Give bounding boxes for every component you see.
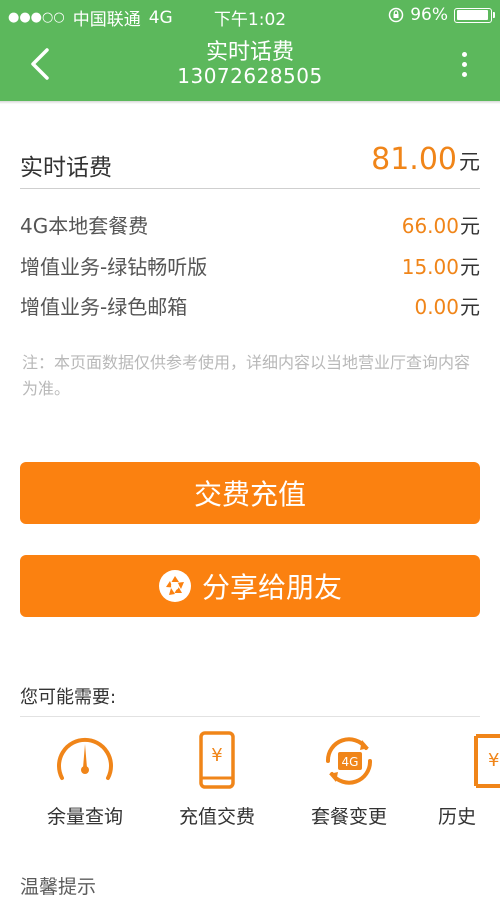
recharge-button-label: 交费充值 (193, 478, 306, 511)
fee-item-value: 15.00 (401, 255, 459, 279)
svg-text:¥: ¥ (488, 750, 499, 771)
svg-text:¥: ¥ (211, 745, 222, 766)
suggest-title: 您可能需要: (20, 687, 117, 708)
aperture-share-icon (158, 570, 191, 602)
fee-item-value: 66.00 (401, 214, 459, 238)
page-title: 实时话费 (205, 40, 294, 65)
shortcut-label: 充值交费 (178, 806, 255, 828)
fee-item: 增值业务-绿钻畅听版 15.00元 (20, 247, 480, 283)
shortcut-label: 套餐变更 (310, 806, 387, 828)
fee-item-name: 增值业务-绿钻畅听版 (20, 255, 208, 279)
total-fee-unit: 元 (459, 150, 480, 174)
total-fee-amount: 81.00元 (371, 142, 480, 177)
battery-fill (456, 10, 489, 20)
fee-item-amount: 15.00元 (402, 251, 480, 280)
total-fee-label: 实时话费 (20, 155, 112, 181)
suggest-divider (20, 716, 480, 717)
shortcut-balance-query[interactable]: 余量查询 (30, 728, 140, 838)
more-menu-button[interactable] (458, 52, 470, 82)
phone-number: 13072628505 (177, 64, 323, 88)
fee-item-unit: 元 (460, 295, 480, 319)
shortcut-plan-change[interactable]: 4G 套餐变更 (294, 728, 404, 838)
battery-icon (454, 7, 495, 23)
recharge-button[interactable]: 交费充值 (20, 462, 480, 524)
total-fee-row: 实时话费 81.00元 (20, 140, 480, 189)
status-right: 96% (388, 5, 495, 25)
fee-item-amount: 0.00元 (414, 291, 480, 320)
shortcut-history[interactable]: ¥ 历史 (426, 728, 500, 838)
fee-item-unit: 元 (460, 214, 480, 238)
fee-item-unit: 元 (460, 255, 480, 279)
disclaimer-note: 注：本页面数据仅供参考使用，详细内容以当地营业厅查询内容为准。 (22, 353, 471, 398)
share-button[interactable]: 分享给朋友 (20, 555, 480, 617)
fee-item: 4G本地套餐费 66.00元 (20, 206, 480, 242)
share-button-label: 分享给朋友 (201, 571, 342, 604)
fee-item-amount: 66.00元 (402, 210, 480, 239)
4g-refresh-icon: 4G (325, 737, 373, 785)
fee-item: 增值业务-绿色邮箱 0.00元 (20, 287, 480, 323)
nav-divider (0, 101, 500, 104)
shortcut-recharge[interactable]: ¥ 充值交费 (162, 728, 272, 838)
tips-title: 温馨提示 (20, 876, 97, 898)
svg-text:4G: 4G (342, 755, 359, 769)
battery-percent: 96% (410, 5, 448, 25)
more-vertical-icon (458, 52, 470, 77)
status-bar: ●●●○○ 中国联通 4G 下午1:02 96% (0, 0, 500, 30)
total-fee-value: 81.00 (371, 142, 457, 177)
fee-item-value: 0.00 (414, 295, 459, 319)
gauge-icon (57, 737, 113, 780)
history-bill-icon: ¥ (474, 734, 500, 788)
fee-item-name: 增值业务-绿色邮箱 (20, 295, 188, 319)
phone-yen-icon: ¥ (199, 731, 235, 789)
shortcut-label: 余量查询 (46, 806, 123, 828)
nav-bar: 实时话费 13072628505 (0, 30, 500, 101)
orientation-lock-icon (388, 7, 404, 23)
shortcut-label: 历史 (438, 806, 477, 828)
fee-item-name: 4G本地套餐费 (20, 214, 149, 238)
